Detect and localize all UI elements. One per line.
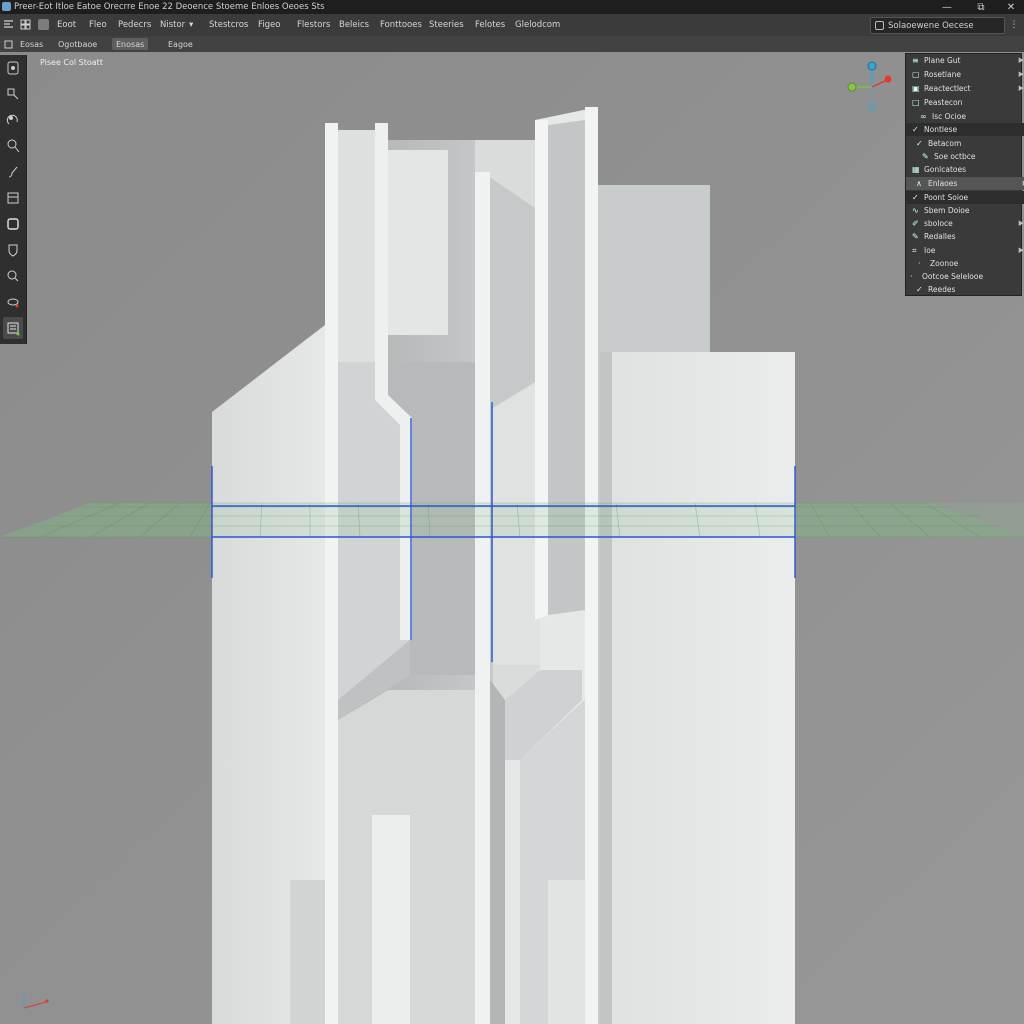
link-icon: ∞	[920, 111, 927, 121]
panel-row-10[interactable]: ✓ Poont Soioe	[906, 191, 1024, 204]
subbar-tab-1[interactable]: Ogotbaoe	[58, 38, 97, 50]
ground-grid	[0, 502, 1024, 538]
menu-item-11[interactable]: Felotes	[475, 20, 505, 30]
check-icon: ✓	[916, 284, 923, 294]
brush-tool-icon[interactable]	[3, 161, 23, 183]
wave-icon: ∿	[912, 205, 919, 215]
subbar-tab-0[interactable]: Eosas	[20, 38, 43, 50]
menu-item-8[interactable]: Beleics	[339, 20, 369, 30]
dot-icon: ·	[918, 258, 921, 268]
minimize-button[interactable]: —	[932, 0, 962, 14]
menu-item-6[interactable]: Figeo	[258, 20, 280, 30]
outliner-panel: ≡ Plane Gut ▶ ▢ Rosetlane ▶ ▣ Reactectlect ▶ □…	[905, 53, 1024, 296]
menu-item-10[interactable]: Steeries	[429, 20, 464, 30]
panel-row-14[interactable]: ⌗ Ioe ▶	[906, 244, 1024, 257]
menu-item-1[interactable]: Fleo	[89, 20, 107, 30]
menu-item-5[interactable]: Stestcros	[209, 20, 248, 30]
search-value: Solaoewene Oecese	[888, 20, 974, 31]
close-button[interactable]: ✕	[996, 0, 1024, 14]
chevron-right-icon: ▶	[1018, 219, 1024, 227]
rotate-tool-icon[interactable]	[3, 109, 23, 131]
image-icon: ▣	[912, 83, 920, 93]
axis-indicator	[20, 992, 50, 1012]
chevron-right-icon: ▶	[1018, 84, 1024, 92]
pen-icon: ∧	[916, 178, 922, 188]
frame-tool-icon[interactable]	[3, 187, 23, 209]
check-icon: ✓	[912, 124, 919, 134]
move-tool-icon[interactable]	[3, 83, 23, 105]
pen-icon: ✎	[912, 231, 919, 241]
subbar-tab-2[interactable]: Enosas	[112, 38, 149, 50]
mesh-block-right	[600, 352, 795, 1024]
panel-row-16[interactable]: · Ootcoe Selelooe	[906, 270, 1024, 283]
pin-icon: ✐	[912, 218, 919, 228]
chevron-right-icon: ▶	[1018, 56, 1024, 64]
panel-row-15[interactable]: · Zoonoe	[906, 257, 1024, 270]
viewport-label: Pisee Col Stoatt	[40, 58, 103, 67]
title-bar: Preer-Eot Itloe Eatoe Orecrre Enoe 22 De…	[0, 0, 1024, 14]
panel-row-2[interactable]: ▣ Reactectlect ▶	[906, 82, 1024, 95]
panel-row-4[interactable]: ∞ Isc Ocioe	[906, 110, 1024, 123]
menu-item-9[interactable]: Fonttooes	[380, 20, 422, 30]
check-icon: ✓	[916, 138, 923, 148]
3d-viewport[interactable]: Pisee Col Stoatt	[0, 52, 1024, 1024]
panel-row-5[interactable]: ✓ Nontlese	[906, 123, 1024, 136]
search-icon	[875, 21, 884, 30]
menu-item-12[interactable]: Glelodcom	[515, 20, 560, 30]
layers-tool-icon[interactable]	[3, 317, 23, 339]
sub-toolbar: Eosas Ogotbaoe Enosas Eagoe	[0, 36, 1024, 53]
menu-item-0[interactable]: Eoot	[57, 20, 76, 30]
panel-row-12[interactable]: ✐ sboIoce ▶	[906, 217, 1024, 230]
panel-menu-icon[interactable]: ⋮	[1008, 17, 1020, 32]
tools-icon[interactable]	[3, 19, 14, 30]
check-icon: ✓	[912, 192, 919, 202]
search-input[interactable]: Solaoewene Oecese	[870, 17, 1005, 34]
panel-row-17[interactable]: ✓ Reedes	[906, 283, 1024, 296]
scene-render	[0, 52, 1024, 1024]
app-icon	[2, 2, 11, 11]
panel-row-11[interactable]: ∿ Sbem Doioe	[906, 204, 1024, 217]
scale-tool-icon[interactable]	[3, 135, 23, 157]
panel-row-8[interactable]: ▦ Gonlcatoes	[906, 163, 1024, 176]
panel-row-0[interactable]: ≡ Plane Gut ▶	[906, 54, 1024, 67]
list-icon: ≡	[912, 55, 919, 65]
panel-row-13[interactable]: ✎ Redalles	[906, 230, 1024, 243]
panel-row-6[interactable]: ✓ Betacom	[906, 137, 1024, 150]
menu-item-3[interactable]: Nistor	[160, 20, 185, 30]
cube-icon: ▢	[912, 69, 920, 79]
grid-icon: ▦	[912, 164, 920, 174]
box-tool-icon[interactable]	[3, 213, 23, 235]
square-icon: □	[912, 97, 920, 107]
panel-row-3[interactable]: □ Peastecon	[906, 96, 1024, 109]
orientation-gizmo[interactable]	[845, 60, 895, 115]
chevron-right-icon: ▶	[1018, 246, 1024, 254]
wrench-icon: ✎	[922, 151, 929, 161]
panel-row-1[interactable]: ▢ Rosetlane ▶	[906, 68, 1024, 81]
menu-item-7[interactable]: Flestors	[297, 20, 330, 30]
subbar-icon[interactable]	[4, 38, 13, 50]
left-toolbar	[0, 55, 27, 344]
dot-icon: ·	[910, 271, 913, 281]
active-mode-button[interactable]	[38, 19, 49, 30]
orbit-tool-icon[interactable]	[3, 291, 23, 313]
panel-row-7[interactable]: ✎ Soe octbce	[906, 150, 1024, 163]
maximize-button[interactable]: ⧉	[966, 0, 996, 14]
chevron-down-icon[interactable]: ▾	[189, 20, 193, 30]
menu-item-2[interactable]: Pedecrs	[118, 20, 151, 30]
app-title: Preer-Eot Itloe Eatoe Orecrre Enoe 22 De…	[14, 2, 325, 12]
grid-icon[interactable]	[20, 19, 31, 30]
tag-icon: ⌗	[912, 245, 917, 255]
panel-row-9[interactable]: ∧Enlaoes▶	[906, 177, 1024, 190]
select-tool-icon[interactable]	[3, 57, 23, 79]
zoom-tool-icon[interactable]	[3, 265, 23, 287]
shield-tool-icon[interactable]	[3, 239, 23, 261]
chevron-right-icon: ▶	[1018, 70, 1024, 78]
subbar-tab-3[interactable]: Eagoe	[168, 38, 193, 50]
